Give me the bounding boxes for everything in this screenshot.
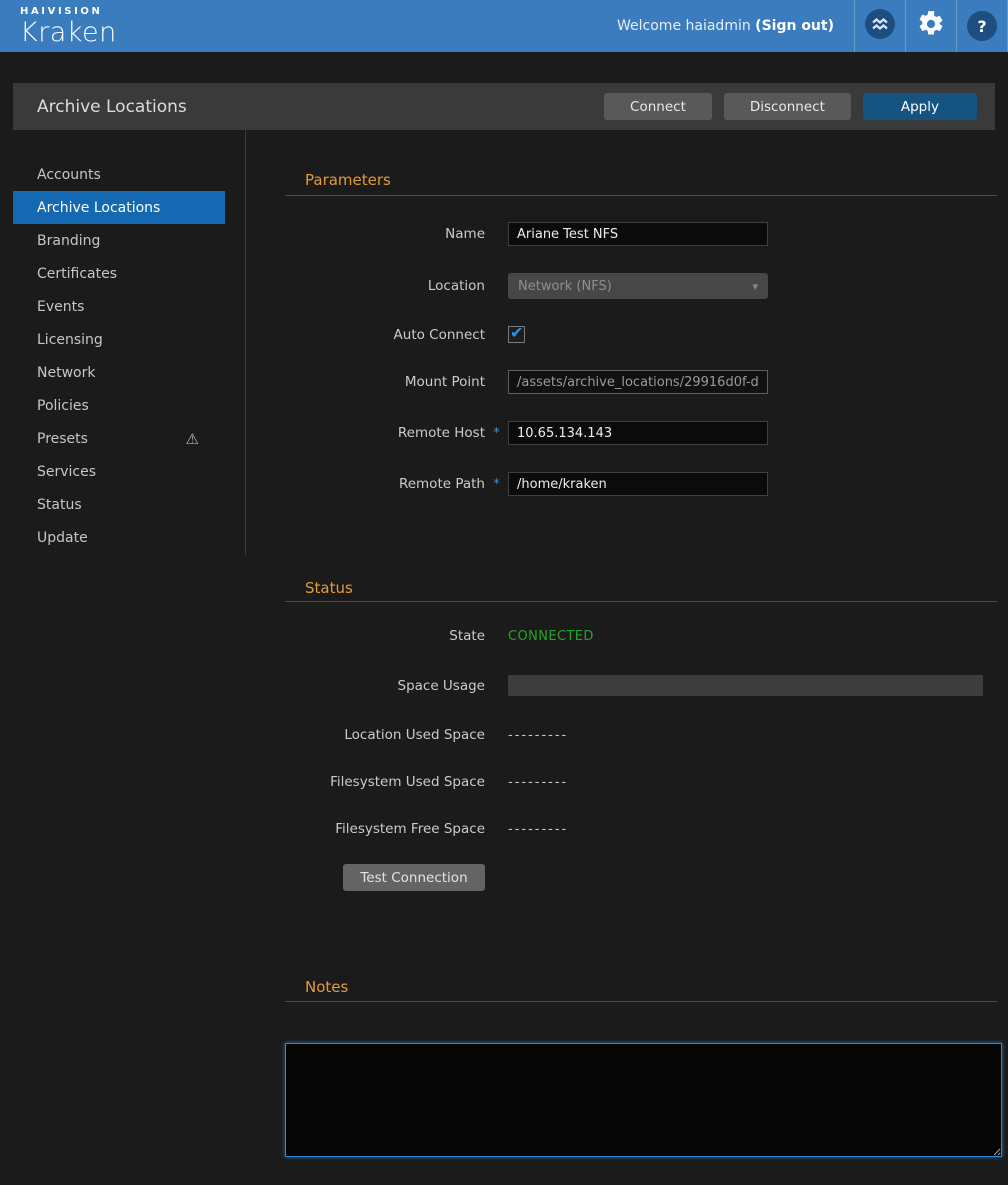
filesystem-used-value: --------- [508, 775, 568, 790]
sidebar-item-events[interactable]: Events [13, 290, 225, 323]
sidebar-item-branding[interactable]: Branding [13, 224, 225, 257]
location-used-row: Location Used Space --------- [285, 727, 997, 743]
warning-icon: ⚠ [186, 430, 199, 448]
sidebar-item-status[interactable]: Status [13, 488, 225, 521]
name-row: Name [285, 222, 997, 246]
apply-button[interactable]: Apply [863, 93, 977, 120]
notes-textarea[interactable] [285, 1043, 1002, 1157]
name-input[interactable] [508, 222, 768, 246]
space-usage-label: Space Usage [285, 678, 485, 694]
auto-connect-label: Auto Connect [285, 327, 485, 343]
sidebar-item-accounts[interactable]: Accounts [13, 158, 225, 191]
section-rule [285, 1001, 997, 1002]
section-rule [285, 601, 997, 602]
brand-logo: HAIVISION Kraken [0, 7, 117, 46]
mount-point-row: Mount Point [285, 370, 997, 394]
notes-heading: Notes [305, 978, 997, 997]
remote-host-label: Remote Host [285, 425, 485, 441]
settings-button[interactable] [906, 0, 956, 52]
state-row: State CONNECTED [285, 628, 997, 644]
sidebar-item-policies[interactable]: Policies [13, 389, 225, 422]
test-connection-button[interactable]: Test Connection [343, 864, 485, 891]
space-usage-row: Space Usage [285, 675, 997, 696]
location-label: Location [285, 278, 485, 294]
required-marker: * [485, 477, 508, 492]
parameters-heading: Parameters [305, 171, 997, 190]
space-usage-bar [508, 675, 983, 696]
welcome-text: Welcome haiadmin (Sign out) [617, 18, 834, 34]
name-label: Name [285, 226, 485, 242]
sidebar-item-presets[interactable]: Presets ⚠ [13, 422, 225, 455]
filesystem-free-label: Filesystem Free Space [285, 821, 485, 837]
state-label: State [285, 628, 485, 644]
brand-kraken: Kraken [20, 19, 117, 46]
location-row: Location Network (NFS) ▾ [285, 273, 997, 299]
status-heading: Status [305, 579, 997, 598]
page-title: Archive Locations [13, 97, 187, 117]
sidebar-item-archive-locations[interactable]: Archive Locations [13, 191, 225, 224]
main-content: Parameters Name Location Network (NFS) ▾… [285, 130, 997, 1157]
state-value: CONNECTED [508, 629, 594, 644]
location-select[interactable]: Network (NFS) ▾ [508, 273, 768, 299]
app-header: HAIVISION Kraken Welcome haiadmin (Sign … [0, 0, 1008, 52]
remote-path-row: Remote Path * [285, 472, 997, 496]
section-rule [285, 195, 997, 196]
mount-point-input[interactable] [508, 370, 768, 394]
sign-out-link[interactable]: (Sign out) [755, 18, 834, 34]
disconnect-button[interactable]: Disconnect [724, 93, 851, 120]
chevron-down-icon: ▾ [752, 280, 758, 293]
filesystem-used-label: Filesystem Used Space [285, 774, 485, 790]
auto-connect-row: Auto Connect ✔ [285, 326, 997, 343]
sidebar-item-update[interactable]: Update [13, 521, 225, 554]
help-icon: ? [967, 11, 997, 41]
filesystem-free-value: --------- [508, 822, 568, 837]
streams-icon [865, 9, 895, 43]
sidebar-item-licensing[interactable]: Licensing [13, 323, 225, 356]
remote-path-label: Remote Path [285, 476, 485, 492]
sidebar-item-services[interactable]: Services [13, 455, 225, 488]
filesystem-used-row: Filesystem Used Space --------- [285, 774, 997, 790]
sidebar-nav: Accounts Archive Locations Branding Cert… [13, 130, 246, 555]
title-bar: Archive Locations Connect Disconnect App… [13, 83, 995, 130]
location-selected-value: Network (NFS) [518, 279, 612, 294]
sidebar-item-network[interactable]: Network [13, 356, 225, 389]
streams-button[interactable] [855, 0, 905, 52]
remote-host-input[interactable] [508, 421, 768, 445]
mount-point-label: Mount Point [285, 374, 485, 390]
location-used-label: Location Used Space [285, 727, 485, 743]
sidebar-item-label: Presets [37, 431, 88, 447]
brand-haivision: HAIVISION [20, 7, 117, 17]
gear-icon [917, 10, 945, 42]
location-used-value: --------- [508, 728, 568, 743]
sidebar-item-certificates[interactable]: Certificates [13, 257, 225, 290]
help-button[interactable]: ? [957, 0, 1007, 52]
connect-button[interactable]: Connect [604, 93, 712, 120]
remote-host-row: Remote Host * [285, 421, 997, 445]
auto-connect-checkbox[interactable]: ✔ [508, 326, 525, 343]
remote-path-input[interactable] [508, 472, 768, 496]
welcome-user: Welcome haiadmin [617, 18, 751, 34]
check-icon: ✔ [510, 323, 523, 342]
filesystem-free-row: Filesystem Free Space --------- [285, 821, 997, 837]
required-marker: * [485, 426, 508, 441]
